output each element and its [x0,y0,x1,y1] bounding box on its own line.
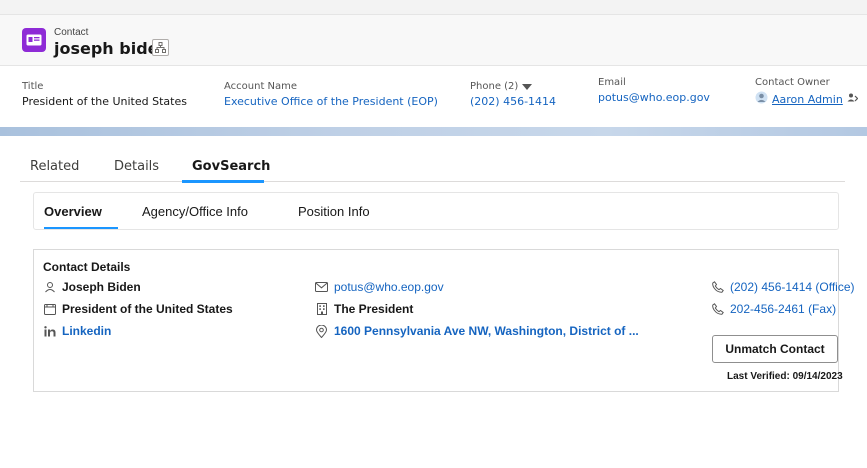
title-value: President of the United States [22,95,187,108]
contact-office: The President [334,302,414,316]
highlight-account: Account Name Executive Office of the Pre… [224,81,438,108]
active-tab-indicator [182,180,264,183]
object-type-label: Contact [54,27,89,38]
subtab-agency-office-info[interactable]: Agency/Office Info [142,204,248,219]
unmatch-contact-button[interactable]: Unmatch Contact [712,335,838,363]
tab-details[interactable]: Details [114,159,159,174]
record-tabs: Related Details GovSearch [20,152,845,183]
highlight-title: Title President of the United States [22,81,187,108]
contact-name-row: Joseph Biden [43,280,141,294]
contact-position: President of the United States [62,302,233,316]
hierarchy-icon [155,42,166,53]
subtab-position-info[interactable]: Position Info [298,204,370,219]
contact-email[interactable]: potus@who.eop.gov [334,280,444,294]
mail-icon [315,281,328,294]
contact-address-row[interactable]: 1600 Pennsylvania Ave NW, Washington, Di… [315,324,639,338]
avatar [755,91,768,107]
contact-office-row: The President [315,302,413,316]
highlight-email: Email potus@who.eop.gov [598,77,710,104]
location-pin-icon [315,324,328,338]
phone-office-row[interactable]: (202) 456-1414 (Office) [711,280,855,294]
highlights-panel: Title President of the United States Acc… [0,67,867,127]
contact-card-icon [22,28,46,52]
linkedin-link[interactable]: Linkedin [62,324,111,338]
govsearch-subtabs: Overview Agency/Office Info Position Inf… [33,192,839,230]
phone-link[interactable]: (202) 456-1414 [470,95,556,108]
record-header: Contact joseph biden [0,14,867,66]
contact-details-title: Contact Details [43,260,131,274]
person-icon [43,281,56,294]
last-verified-text: Last Verified: 09/14/2023 [727,371,843,382]
top-strip [0,0,867,14]
building-icon [315,303,328,316]
change-owner-icon[interactable] [847,92,859,106]
phone-office[interactable]: (202) 456-1414 (Office) [730,280,855,294]
contact-position-row: President of the United States [43,302,233,316]
phone-label: Phone (2) [470,81,519,92]
linkedin-icon [43,325,56,338]
account-label: Account Name [224,81,298,92]
linkedin-row[interactable]: Linkedin [43,324,111,338]
highlight-phone: Phone (2) (202) 456-1414 [470,81,556,108]
hierarchy-button[interactable] [152,39,169,56]
decorative-band [0,127,867,136]
email-label: Email [598,77,626,88]
tab-related[interactable]: Related [30,159,79,174]
highlight-owner: Contact Owner Aaron Admin [755,77,859,107]
contact-details-card: Contact Details Joseph Biden President o… [33,249,855,392]
email-link[interactable]: potus@who.eop.gov [598,91,710,104]
phone-dropdown-icon[interactable] [522,83,533,90]
contact-email-row[interactable]: potus@who.eop.gov [315,280,444,294]
contact-name: Joseph Biden [62,280,141,294]
phone-fax-row[interactable]: 202-456-2461 (Fax) [711,302,836,316]
subtab-overview[interactable]: Overview [44,204,102,219]
owner-row: Aaron Admin [755,91,859,107]
phone-label-row: Phone (2) [470,81,556,92]
title-card-icon [43,303,56,316]
phone-icon [711,303,724,316]
title-label: Title [22,81,44,92]
active-subtab-indicator [44,227,118,229]
account-link[interactable]: Executive Office of the President (EOP) [224,95,438,108]
contact-address[interactable]: 1600 Pennsylvania Ave NW, Washington, Di… [334,324,639,338]
phone-icon [711,281,724,294]
tab-govsearch[interactable]: GovSearch [192,159,270,174]
owner-label: Contact Owner [755,77,830,88]
owner-link[interactable]: Aaron Admin [772,93,843,106]
phone-fax[interactable]: 202-456-2461 (Fax) [730,302,836,316]
